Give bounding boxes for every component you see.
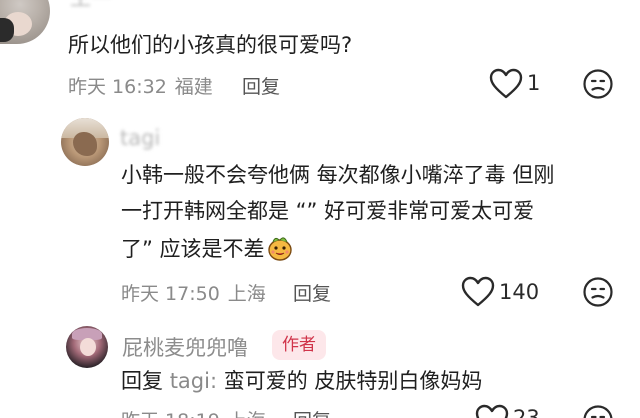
comment-text-line: 一打开韩网全都是 “” 好可爱非常可爱太可爱 bbox=[121, 199, 535, 223]
heart-outline-icon[interactable] bbox=[489, 68, 523, 100]
comment-meta: 昨天 16:32 福建 bbox=[68, 72, 213, 99]
reply-button[interactable]: 回复 bbox=[293, 279, 331, 306]
comment-location: 上海 bbox=[227, 283, 266, 305]
comment-meta: 昨天 18:19 上海 bbox=[121, 406, 266, 418]
like-count: 140 bbox=[499, 280, 540, 304]
heart-outline-icon[interactable] bbox=[461, 276, 495, 308]
smiling-mascot-emoji-icon bbox=[267, 235, 293, 261]
comment-text-line: 了” 应该是不差 bbox=[121, 232, 293, 267]
commenter-avatar[interactable] bbox=[0, 0, 50, 44]
author-avatar[interactable] bbox=[66, 326, 108, 368]
comment-location: 上海 bbox=[228, 410, 266, 418]
comment-time: 昨天 18:19 bbox=[121, 410, 220, 418]
comment-time: 昨天 16:32 bbox=[68, 76, 167, 98]
reply-prefix: 回复 bbox=[121, 369, 163, 393]
frown-face-icon[interactable] bbox=[582, 404, 614, 418]
heart-outline-icon[interactable] bbox=[475, 404, 509, 418]
comment-location: 福建 bbox=[174, 76, 213, 98]
comment-text-line: 小韩一般不会夸他俩 每次都像小嘴淬了毒 但刚 bbox=[121, 163, 555, 187]
reply-target-username[interactable]: tagi: bbox=[170, 369, 217, 393]
commenter-username[interactable]: 王一 bbox=[70, 0, 112, 12]
commenter-avatar[interactable] bbox=[61, 118, 109, 166]
author-username[interactable]: 屁桃麦兜兜噜 bbox=[122, 332, 248, 362]
like-count: 1 bbox=[527, 71, 541, 95]
comment-meta: 昨天 17:50 上海 bbox=[121, 279, 266, 306]
reply-comment-text: 回复 tagi: 蛮可爱的 皮肤特别白像妈妈 bbox=[121, 364, 482, 399]
reply-text: 蛮可爱的 皮肤特别白像妈妈 bbox=[223, 369, 483, 393]
reply-button[interactable]: 回复 bbox=[293, 406, 331, 418]
like-count: 23 bbox=[513, 406, 540, 418]
comment-text: 所以他们的小孩真的很可爱吗? bbox=[68, 33, 353, 57]
reply-button[interactable]: 回复 bbox=[242, 72, 280, 99]
comment-time: 昨天 17:50 bbox=[121, 283, 220, 305]
commenter-username[interactable]: tagi bbox=[120, 126, 160, 150]
frown-face-icon[interactable] bbox=[582, 276, 614, 308]
author-badge: 作者 bbox=[272, 330, 326, 360]
comment-thread: 王一 所以他们的小孩真的很可爱吗? 昨天 16:32 福建 回复 1 tagi 小… bbox=[0, 0, 640, 418]
frown-face-icon[interactable] bbox=[582, 68, 614, 100]
